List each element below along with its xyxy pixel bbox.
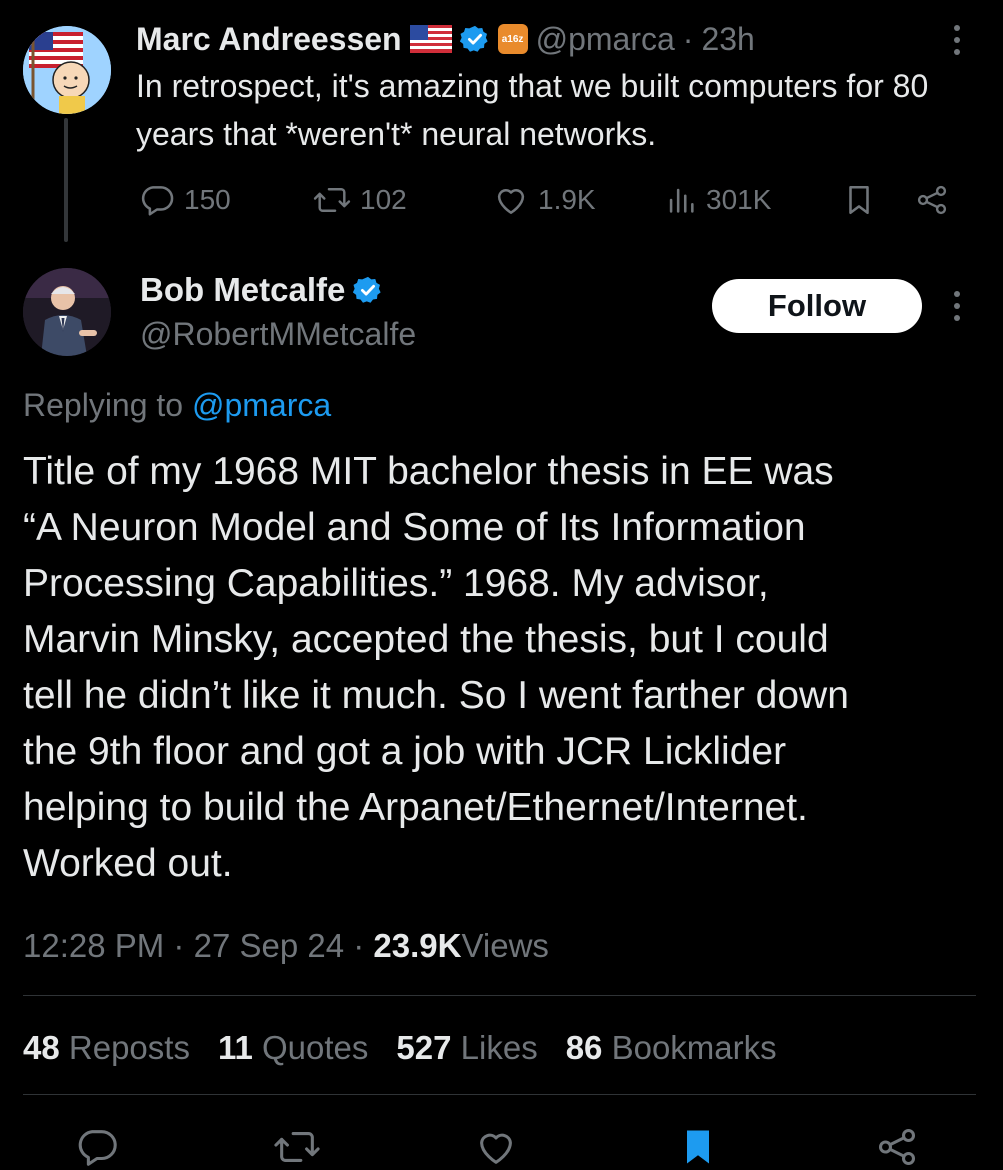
parent-views-button[interactable]: 301K bbox=[664, 176, 771, 224]
repost-icon bbox=[274, 1132, 320, 1162]
a16z-affiliate-badge[interactable]: a16z bbox=[497, 24, 528, 54]
reply-button[interactable] bbox=[74, 1124, 120, 1170]
reply-count: 150 bbox=[184, 184, 231, 215]
parent-display-name[interactable]: Marc Andreessen bbox=[136, 21, 402, 58]
meta-dot: · bbox=[173, 927, 185, 964]
reposts-stat[interactable]: 48 Reposts bbox=[23, 1024, 190, 1072]
tweet-date[interactable]: 27 Sep 24 bbox=[194, 927, 344, 964]
parent-share-button[interactable] bbox=[914, 176, 950, 224]
reposts-stat-label: Reposts bbox=[68, 1029, 190, 1066]
bookmarks-stat-label: Bookmarks bbox=[611, 1029, 777, 1066]
avatar-image bbox=[23, 268, 111, 356]
parent-time-ago[interactable]: 23h bbox=[701, 21, 754, 58]
share-button[interactable] bbox=[874, 1124, 920, 1170]
header-separator: · bbox=[682, 20, 694, 57]
likes-stat-count: 527 bbox=[396, 1029, 452, 1066]
quotes-stat-count: 11 bbox=[217, 1029, 253, 1066]
follow-button[interactable]: Follow bbox=[712, 279, 922, 333]
like-button[interactable] bbox=[473, 1124, 519, 1170]
bookmark-filled-icon bbox=[687, 1130, 709, 1164]
repost-count: 102 bbox=[360, 184, 407, 215]
parent-actions-row: 150 102 1.9K 301K bbox=[130, 176, 960, 224]
reply-display-name[interactable]: Bob Metcalfe bbox=[140, 271, 345, 309]
quotes-stat-label: Quotes bbox=[262, 1029, 369, 1066]
parent-like-button[interactable]: 1.9K bbox=[492, 176, 596, 224]
heart-icon bbox=[497, 189, 525, 214]
analytics-icon bbox=[669, 188, 694, 213]
reposts-stat-count: 48 bbox=[23, 1029, 60, 1066]
bookmark-button[interactable] bbox=[676, 1124, 720, 1170]
views-total: 23.9K bbox=[373, 927, 462, 964]
reply-icon bbox=[78, 1130, 117, 1166]
repost-button[interactable] bbox=[272, 1124, 322, 1170]
replying-to-line: Replying to @pmarca bbox=[23, 382, 331, 428]
quotes-stat[interactable]: 11 Quotes bbox=[218, 1024, 368, 1072]
heart-icon bbox=[480, 1133, 512, 1164]
bookmarks-stat[interactable]: 86 Bookmarks bbox=[566, 1024, 777, 1072]
replying-to-handle-link[interactable]: @pmarca bbox=[192, 387, 331, 423]
parent-handle[interactable]: @pmarca bbox=[536, 21, 675, 58]
likes-stat[interactable]: 527 Likes bbox=[396, 1024, 537, 1072]
thread-connector-line bbox=[64, 118, 68, 242]
bookmarks-stat-count: 86 bbox=[565, 1029, 603, 1066]
parent-repost-button[interactable]: 102 bbox=[312, 176, 407, 224]
meta-dot: · bbox=[353, 927, 365, 964]
metcalfe-avatar[interactable] bbox=[23, 268, 111, 356]
verified-badge-icon bbox=[459, 24, 490, 54]
tweet-time[interactable]: 12:28 PM bbox=[23, 927, 164, 964]
reply-icon bbox=[141, 186, 174, 216]
parent-reply-button[interactable]: 150 bbox=[138, 176, 231, 224]
views-count: 301K bbox=[706, 184, 772, 215]
divider bbox=[23, 995, 976, 996]
views-label: Views bbox=[461, 927, 549, 964]
repost-icon bbox=[313, 188, 351, 212]
reply-handle[interactable]: @RobertMMetcalfe bbox=[140, 312, 416, 356]
tweet-meta-line: 12:28 PM · 27 Sep 24 · 23.9KViews bbox=[23, 922, 549, 970]
avatar-image bbox=[23, 26, 111, 114]
replying-prefix: Replying to bbox=[23, 387, 184, 423]
parent-tweet-text: In retrospect, it's amazing that we buil… bbox=[136, 68, 929, 152]
us-flag-icon bbox=[409, 25, 452, 53]
parent-bookmark-button[interactable] bbox=[842, 176, 876, 224]
share-icon bbox=[878, 1128, 916, 1166]
likes-stat-label: Likes bbox=[460, 1029, 538, 1066]
parent-more-options-icon[interactable] bbox=[940, 22, 974, 58]
like-count: 1.9K bbox=[538, 184, 596, 215]
bookmark-icon bbox=[849, 185, 869, 215]
reply-more-options-icon[interactable] bbox=[940, 288, 974, 324]
parent-tweet-header: Marc Andreessen a16z @pmarca · 23h bbox=[136, 18, 755, 60]
reply-tweet-text: Title of my 1968 MIT bachelor thesis in … bbox=[23, 450, 849, 885]
engagement-stats: 48 Reposts 11 Quotes 527 Likes 86 Bookma… bbox=[23, 1024, 777, 1072]
verified-badge-icon bbox=[353, 275, 383, 305]
share-icon bbox=[917, 185, 947, 215]
divider bbox=[23, 1094, 976, 1095]
reply-author-name-row: Bob Metcalfe bbox=[140, 268, 383, 312]
pmarca-avatar[interactable] bbox=[23, 26, 111, 114]
